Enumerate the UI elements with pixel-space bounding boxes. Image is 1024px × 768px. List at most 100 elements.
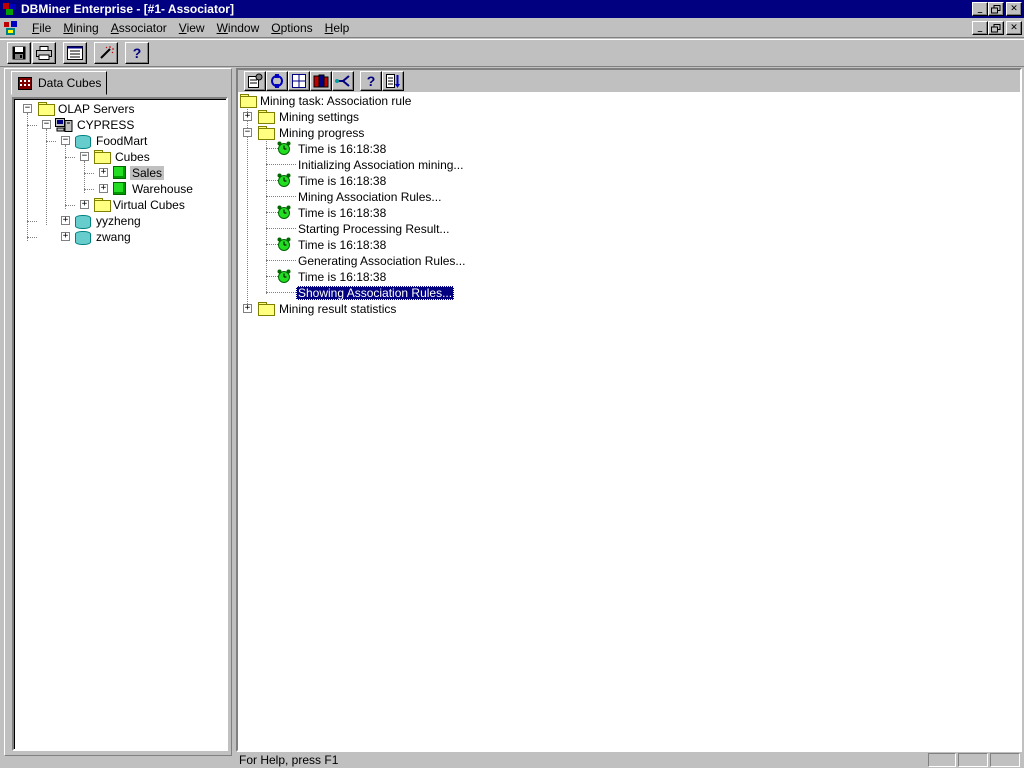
tree-item-cypress[interactable]: − CYPRESS	[14, 117, 224, 133]
menu-file[interactable]: File	[26, 21, 57, 35]
menu-view[interactable]: View	[173, 21, 211, 35]
collapse-icon[interactable]: −	[42, 120, 51, 129]
grid-button[interactable]	[288, 71, 310, 91]
window-title: DBMiner Enterprise - [#1- Associator]	[21, 2, 234, 16]
document-menu-icon[interactable]	[2, 19, 20, 37]
cycle-button[interactable]	[266, 71, 288, 91]
tree-item-foodmart[interactable]: − FoodMart	[14, 133, 224, 149]
books-icon	[313, 74, 329, 88]
progress-event-message[interactable]: Starting Processing Result...	[238, 221, 638, 237]
expand-icon[interactable]: +	[243, 112, 252, 121]
branch-button[interactable]	[332, 71, 354, 91]
minimize-icon: _	[977, 22, 983, 33]
save-button[interactable]	[7, 42, 31, 64]
sort-button[interactable]	[382, 71, 404, 91]
alarm-clock-icon	[277, 237, 291, 251]
properties-icon	[248, 73, 263, 88]
expand-icon[interactable]: +	[61, 232, 70, 241]
progress-event-time[interactable]: Time is 16:18:38	[238, 173, 638, 189]
collapse-icon[interactable]: −	[23, 104, 32, 113]
tree-label: Cubes	[115, 150, 150, 164]
progress-event-time[interactable]: Time is 16:18:38	[238, 269, 638, 285]
expand-icon[interactable]: +	[243, 304, 252, 313]
tree-label: zwang	[96, 230, 131, 244]
task-item-mining-progress[interactable]: − Mining progress	[238, 125, 638, 141]
mdi-minimize-button[interactable]: _	[972, 21, 988, 35]
menu-window[interactable]: Window	[211, 21, 266, 35]
cube-icon	[113, 166, 126, 179]
print-icon	[36, 46, 52, 60]
data-cubes-tree[interactable]: − OLAP Servers − CYPRESS − FoodMart − Cu…	[12, 97, 228, 751]
progress-event-message[interactable]: Initializing Association mining...	[238, 157, 638, 173]
event-time-label: Time is 16:18:38	[298, 238, 387, 252]
mdi-restore-button[interactable]	[988, 21, 1004, 35]
tree-item-olap-servers[interactable]: − OLAP Servers	[14, 101, 224, 117]
tree-item-virtual-cubes[interactable]: + Virtual Cubes	[14, 197, 224, 213]
expand-icon[interactable]: +	[80, 200, 89, 209]
minimize-button[interactable]: _	[972, 2, 988, 16]
close-button[interactable]: ✕	[1006, 2, 1022, 16]
expand-icon[interactable]: +	[99, 184, 108, 193]
progress-event-time[interactable]: Time is 16:18:38	[238, 141, 638, 157]
print-button[interactable]	[32, 42, 56, 64]
query-icon: ?	[366, 73, 376, 89]
restore-icon	[991, 23, 1001, 32]
tree-item-cubes[interactable]: − Cubes	[14, 149, 224, 165]
expand-icon[interactable]: +	[99, 168, 108, 177]
task-root[interactable]: Mining task: Association rule	[238, 93, 638, 109]
dbminer-app-icon[interactable]	[2, 1, 18, 17]
restore-button[interactable]	[988, 2, 1004, 16]
menu-mining[interactable]: Mining	[57, 21, 104, 35]
tree-label: CYPRESS	[77, 118, 135, 132]
properties-button[interactable]	[244, 71, 266, 91]
expand-icon[interactable]: +	[61, 216, 70, 225]
collapse-icon[interactable]: −	[61, 136, 70, 145]
books-button[interactable]	[310, 71, 332, 91]
tab-label: Data Cubes	[38, 76, 102, 90]
task-item-mining-settings[interactable]: + Mining settings	[238, 109, 638, 125]
status-panel-1	[928, 753, 956, 767]
branch-icon	[335, 75, 350, 87]
event-time-label: Time is 16:18:38	[298, 270, 387, 284]
tree-item-yyzheng[interactable]: + yyzheng	[14, 213, 224, 229]
wizard-button[interactable]	[94, 42, 118, 64]
menu-help[interactable]: Help	[319, 21, 356, 35]
tab-data-cubes[interactable]: Data Cubes	[11, 71, 107, 95]
task-label: Mining progress	[279, 126, 365, 140]
query-button[interactable]: ?	[360, 71, 382, 91]
mining-task-tree[interactable]: Mining task: Association rule + Mining s…	[238, 92, 1020, 750]
tree-item-warehouse[interactable]: + Warehouse	[14, 181, 224, 197]
tree-label: FoodMart	[96, 134, 148, 148]
alarm-clock-icon	[277, 205, 291, 219]
status-panel-2	[958, 753, 988, 767]
tree-label: yyzheng	[96, 214, 141, 228]
event-time-label: Time is 16:18:38	[298, 206, 387, 220]
tree-item-sales[interactable]: + Sales	[14, 165, 224, 181]
associator-toolbar: ?	[244, 70, 404, 92]
menu-options[interactable]: Options	[265, 21, 318, 35]
data-cubes-tab-icon	[18, 76, 32, 90]
database-icon	[74, 230, 91, 245]
list-view-button[interactable]	[63, 42, 87, 64]
collapse-icon[interactable]: −	[243, 128, 252, 137]
folder-icon	[258, 110, 275, 124]
help-button[interactable]: ?	[125, 42, 149, 64]
progress-event-message-selected[interactable]: Showing Association Rules...	[238, 285, 638, 301]
mdi-close-button[interactable]: ✕	[1006, 21, 1022, 35]
event-message-label: Starting Processing Result...	[298, 222, 450, 236]
task-item-mining-result-statistics[interactable]: + Mining result statistics	[238, 301, 638, 317]
progress-event-time[interactable]: Time is 16:18:38	[238, 237, 638, 253]
data-cubes-panel: Data Cubes − OLAP Servers − CYPRESS − Fo…	[4, 68, 232, 756]
menu-associator[interactable]: Associator	[105, 21, 173, 35]
close-icon: ✕	[1010, 3, 1018, 14]
progress-event-message[interactable]: Mining Association Rules...	[238, 189, 638, 205]
collapse-icon[interactable]: −	[80, 152, 89, 161]
status-panel-3	[990, 753, 1020, 767]
progress-event-time[interactable]: Time is 16:18:38	[238, 205, 638, 221]
title-bar[interactable]: DBMiner Enterprise - [#1- Associator] _ …	[0, 0, 1024, 18]
cube-icon	[113, 182, 126, 195]
alarm-clock-icon	[277, 269, 291, 283]
progress-event-message[interactable]: Generating Association Rules...	[238, 253, 638, 269]
alarm-clock-icon	[277, 173, 291, 187]
tree-item-zwang[interactable]: + zwang	[14, 229, 224, 245]
